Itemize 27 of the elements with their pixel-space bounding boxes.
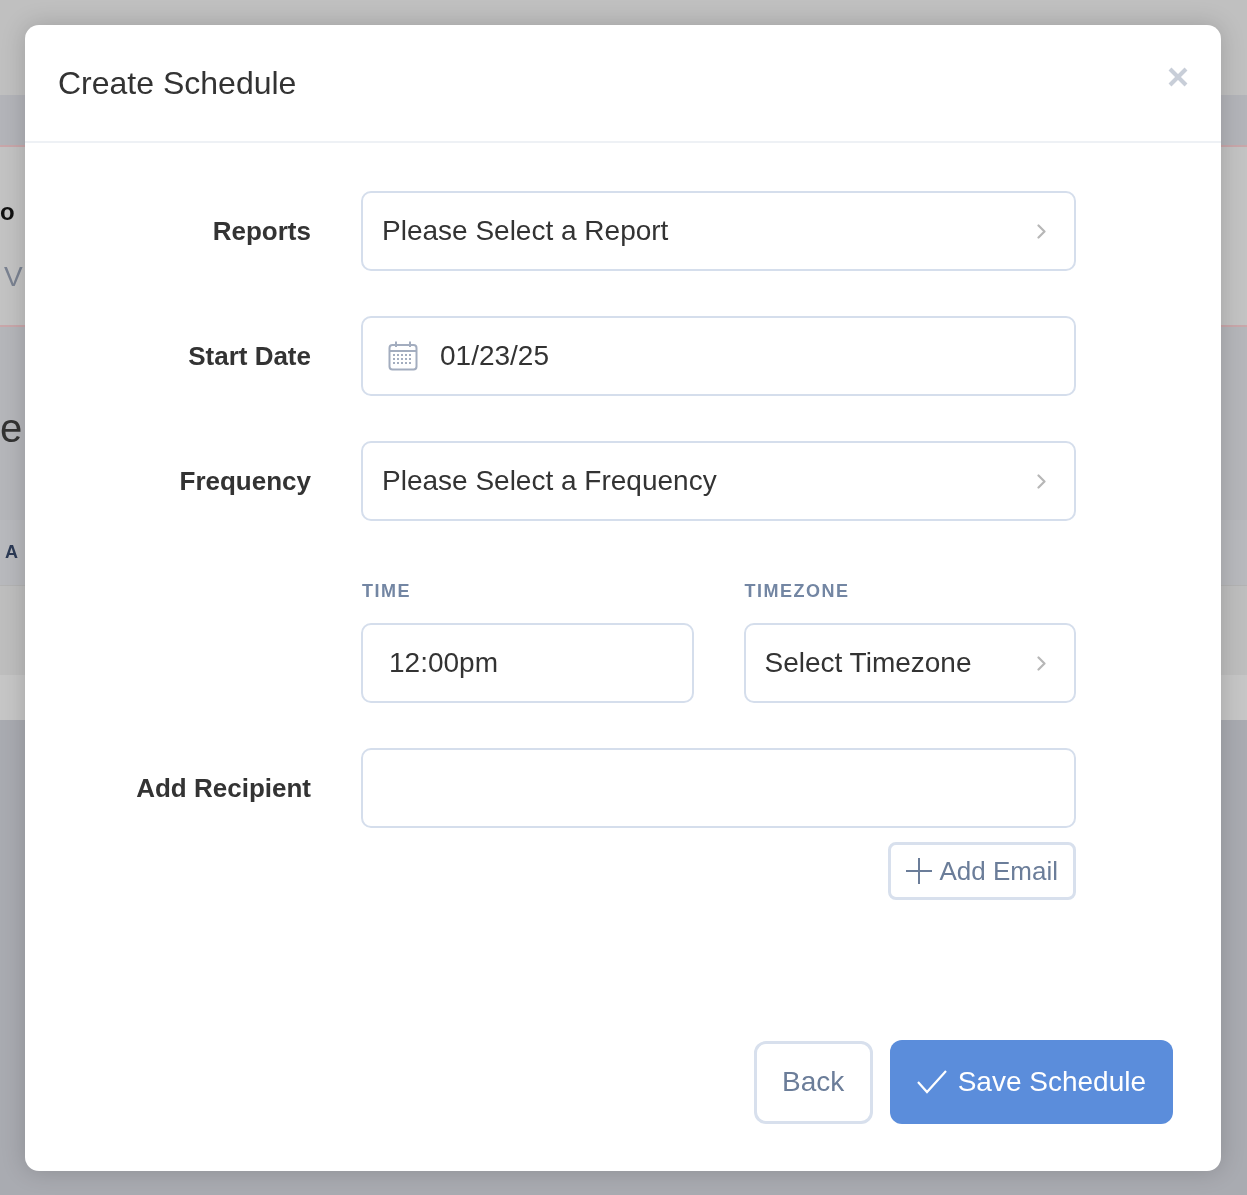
select-field[interactable]: Please Select a Frequency xyxy=(361,441,1076,521)
field-label: Reports xyxy=(212,215,311,247)
section-heading: e xyxy=(0,405,23,452)
column-header: A xyxy=(5,541,18,564)
email-field[interactable] xyxy=(361,748,1076,828)
chevron-right-icon xyxy=(1037,473,1046,489)
modal-title: Create Schedule xyxy=(58,64,297,103)
date-field[interactable]: 01/23/25 xyxy=(361,316,1076,396)
add-email-button[interactable]: Add Email xyxy=(887,842,1076,900)
plus-icon xyxy=(905,858,932,884)
card-subheading: V xyxy=(4,260,23,294)
field-label: Start Date xyxy=(188,340,311,372)
time-field[interactable]: 12:00pm xyxy=(361,623,694,703)
field-label: TIMEZONE xyxy=(744,580,850,602)
chevron-right-icon xyxy=(1037,655,1046,671)
select-field[interactable]: Please Select a Report xyxy=(361,191,1076,271)
card-heading: o xyxy=(0,197,15,227)
chevron-right-icon xyxy=(1037,223,1046,239)
close-button[interactable] xyxy=(1168,67,1188,87)
field-label: TIME xyxy=(362,580,411,602)
back-button[interactable]: Back xyxy=(753,1040,873,1124)
close-icon xyxy=(1168,67,1188,87)
calendar-icon xyxy=(388,341,418,371)
select-field[interactable]: Select Timezone xyxy=(743,623,1076,703)
field-label: Frequency xyxy=(179,465,311,497)
field-label: Add Recipient xyxy=(136,772,311,804)
check-icon xyxy=(916,1070,947,1094)
